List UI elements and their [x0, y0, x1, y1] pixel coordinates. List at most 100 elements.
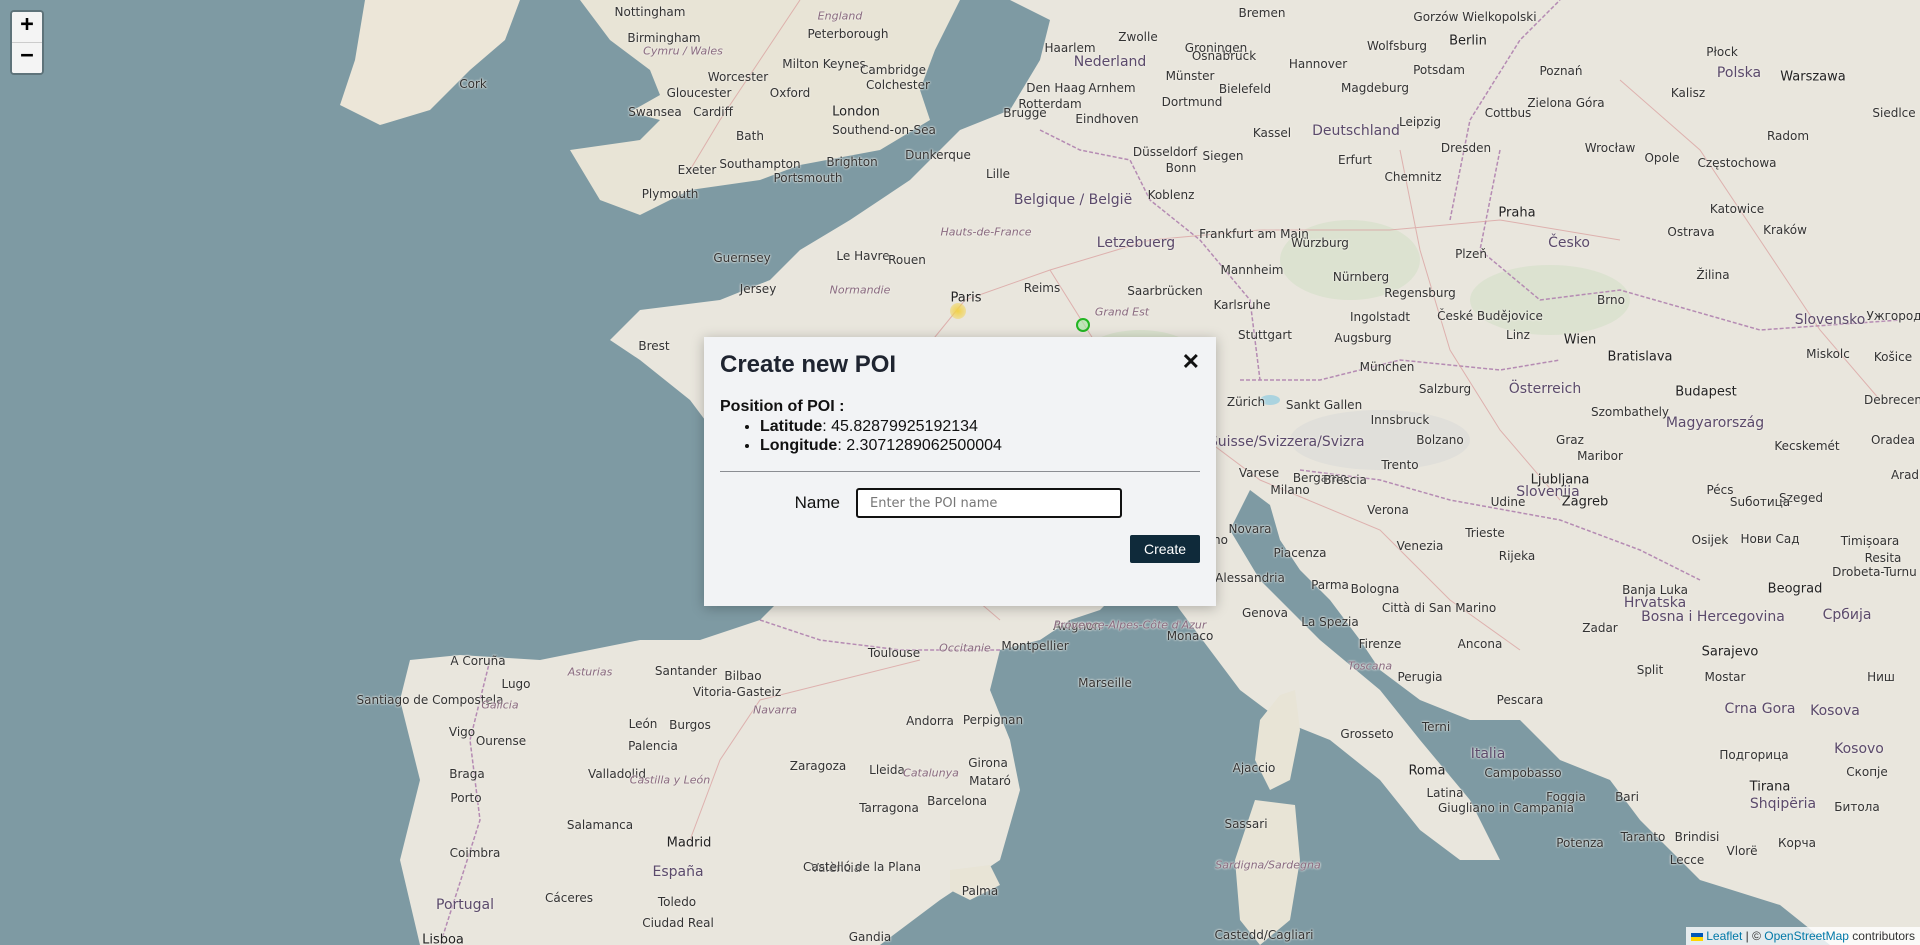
map-label: Ostrava	[1667, 225, 1715, 239]
map-label: Arad	[1890, 468, 1920, 482]
map-label: Bologna	[1350, 582, 1400, 596]
map-label: Sarajevo	[1701, 644, 1759, 660]
create-button[interactable]: Create	[1129, 535, 1200, 563]
map-label: Скопје	[1846, 765, 1888, 779]
map-label: Timișoara	[1840, 534, 1900, 548]
map-label: Vlorë	[1726, 844, 1758, 858]
position-list: Latitude: 45.82879925192134 Longitude: 2…	[720, 417, 1200, 455]
map-label: Karlsruhe	[1213, 298, 1271, 312]
map-label: Bremen	[1238, 6, 1286, 20]
zoom-control: + −	[10, 10, 44, 75]
map-label: Palencia	[628, 739, 678, 753]
map-label: Wrocław	[1584, 141, 1636, 155]
map-label: Verona	[1367, 503, 1409, 517]
map-label: Normandie	[829, 283, 891, 297]
map-label: Gloucester	[666, 86, 732, 100]
map-label: Toulouse	[867, 646, 921, 660]
map-label: Siegen	[1202, 149, 1244, 163]
map-label: Venezia	[1396, 539, 1444, 553]
map-label: Praha	[1498, 205, 1536, 221]
map-label: Brugge	[1003, 106, 1047, 120]
map-label: Katowice	[1709, 202, 1765, 216]
map-label: Castedd/Cagliari	[1214, 928, 1314, 942]
map-label: Giugliano in Campania	[1437, 801, 1575, 815]
map-label: Miskolc	[1806, 347, 1850, 361]
map-label: London	[832, 104, 880, 120]
map-label: Le Havre	[836, 249, 890, 263]
map-label: Beograd	[1767, 581, 1823, 597]
map-label: Kosovo	[1834, 741, 1884, 757]
map-label: Brighton	[826, 155, 878, 169]
poi-name-input[interactable]	[856, 488, 1122, 518]
map-label: Szombathely	[1590, 405, 1670, 419]
map-label: Palma	[961, 884, 999, 898]
map-label: Chemnitz	[1384, 170, 1442, 184]
map-label: Ingolstadt	[1349, 310, 1411, 324]
map-label: Brindisi	[1674, 830, 1720, 844]
name-label: Name	[794, 493, 840, 512]
map-label: Cottbus	[1484, 106, 1532, 120]
map-label: Košice	[1873, 350, 1913, 364]
map-label: Grand Est	[1094, 305, 1150, 319]
map-label: Crna Gora	[1724, 701, 1796, 717]
map-label: Brescia	[1323, 473, 1367, 487]
map-label: Parma	[1311, 578, 1349, 592]
map-label: Tirana	[1749, 779, 1791, 795]
map-label: Plzeň	[1455, 247, 1487, 261]
map-label: Firenze	[1358, 637, 1402, 651]
map-label: Oradea	[1870, 433, 1916, 447]
map-label: España	[652, 864, 704, 880]
map-label: Wien	[1563, 332, 1597, 348]
map-label: Reims	[1023, 281, 1061, 295]
map-label: Perpignan	[962, 713, 1024, 727]
poi-marker-green[interactable]	[1076, 318, 1090, 332]
map-label: Split	[1636, 663, 1664, 677]
map-label: Wolfsburg	[1367, 39, 1427, 53]
map-label: Navarra	[752, 703, 798, 717]
zoom-out-button[interactable]: −	[12, 42, 42, 73]
ukraine-flag-icon	[1691, 932, 1704, 941]
map-label: Coimbra	[449, 846, 501, 860]
map-label: Nürnberg	[1332, 270, 1390, 284]
map-label: Magdeburg	[1341, 81, 1409, 95]
map-label: Нови Сад	[1740, 532, 1800, 546]
map-label: León	[628, 717, 658, 731]
map-label: Würzburg	[1291, 236, 1349, 250]
map-label: Битола	[1834, 800, 1880, 814]
map-label: Potenza	[1556, 836, 1604, 850]
map-label: Cáceres	[544, 891, 594, 905]
close-icon[interactable]: ✕	[1182, 351, 1200, 373]
map-label: Lisboa	[422, 932, 464, 945]
map-label: Castilla y León	[629, 773, 711, 787]
map-label: Augsburg	[1334, 331, 1392, 345]
map-label: Oxford	[769, 86, 811, 100]
map-label: Colchester	[866, 78, 930, 92]
map-label: Płock	[1706, 45, 1738, 59]
latitude-label: Latitude	[760, 418, 823, 435]
map-label: England	[817, 9, 863, 23]
map-label: Portugal	[436, 897, 494, 913]
poi-marker-yellow[interactable]	[950, 303, 966, 319]
leaflet-link[interactable]: Leaflet	[1706, 929, 1742, 943]
map-label: Perugia	[1397, 670, 1443, 684]
map-label: Zielona Góra	[1527, 96, 1605, 110]
map-label: Hauts-de-France	[940, 225, 1032, 239]
map-label: Regensburg	[1384, 286, 1456, 300]
map-label: Piacenza	[1273, 546, 1327, 560]
map-label: Bolzano	[1416, 433, 1464, 447]
map-label: Tarragona	[859, 801, 919, 815]
map-label: Trento	[1381, 458, 1419, 472]
map-label: Česko	[1548, 235, 1590, 251]
map-label: Sardigna/Sardegna	[1215, 858, 1321, 872]
longitude-value: : 2.3071289062500004	[837, 437, 1002, 454]
zoom-in-button[interactable]: +	[12, 12, 42, 42]
map-label: Debrecen	[1864, 393, 1920, 407]
map-label: Zaragoza	[789, 759, 847, 773]
map-label: Madrid	[666, 835, 712, 851]
map-label: Bratislava	[1607, 349, 1673, 365]
map-label: Düsseldorf	[1132, 145, 1198, 159]
map-label: La Spezia	[1301, 615, 1359, 629]
attribution-suffix: contributors	[1848, 929, 1915, 943]
openstreetmap-link[interactable]: OpenStreetMap	[1764, 929, 1849, 943]
map-label: Zadar	[1582, 621, 1618, 635]
